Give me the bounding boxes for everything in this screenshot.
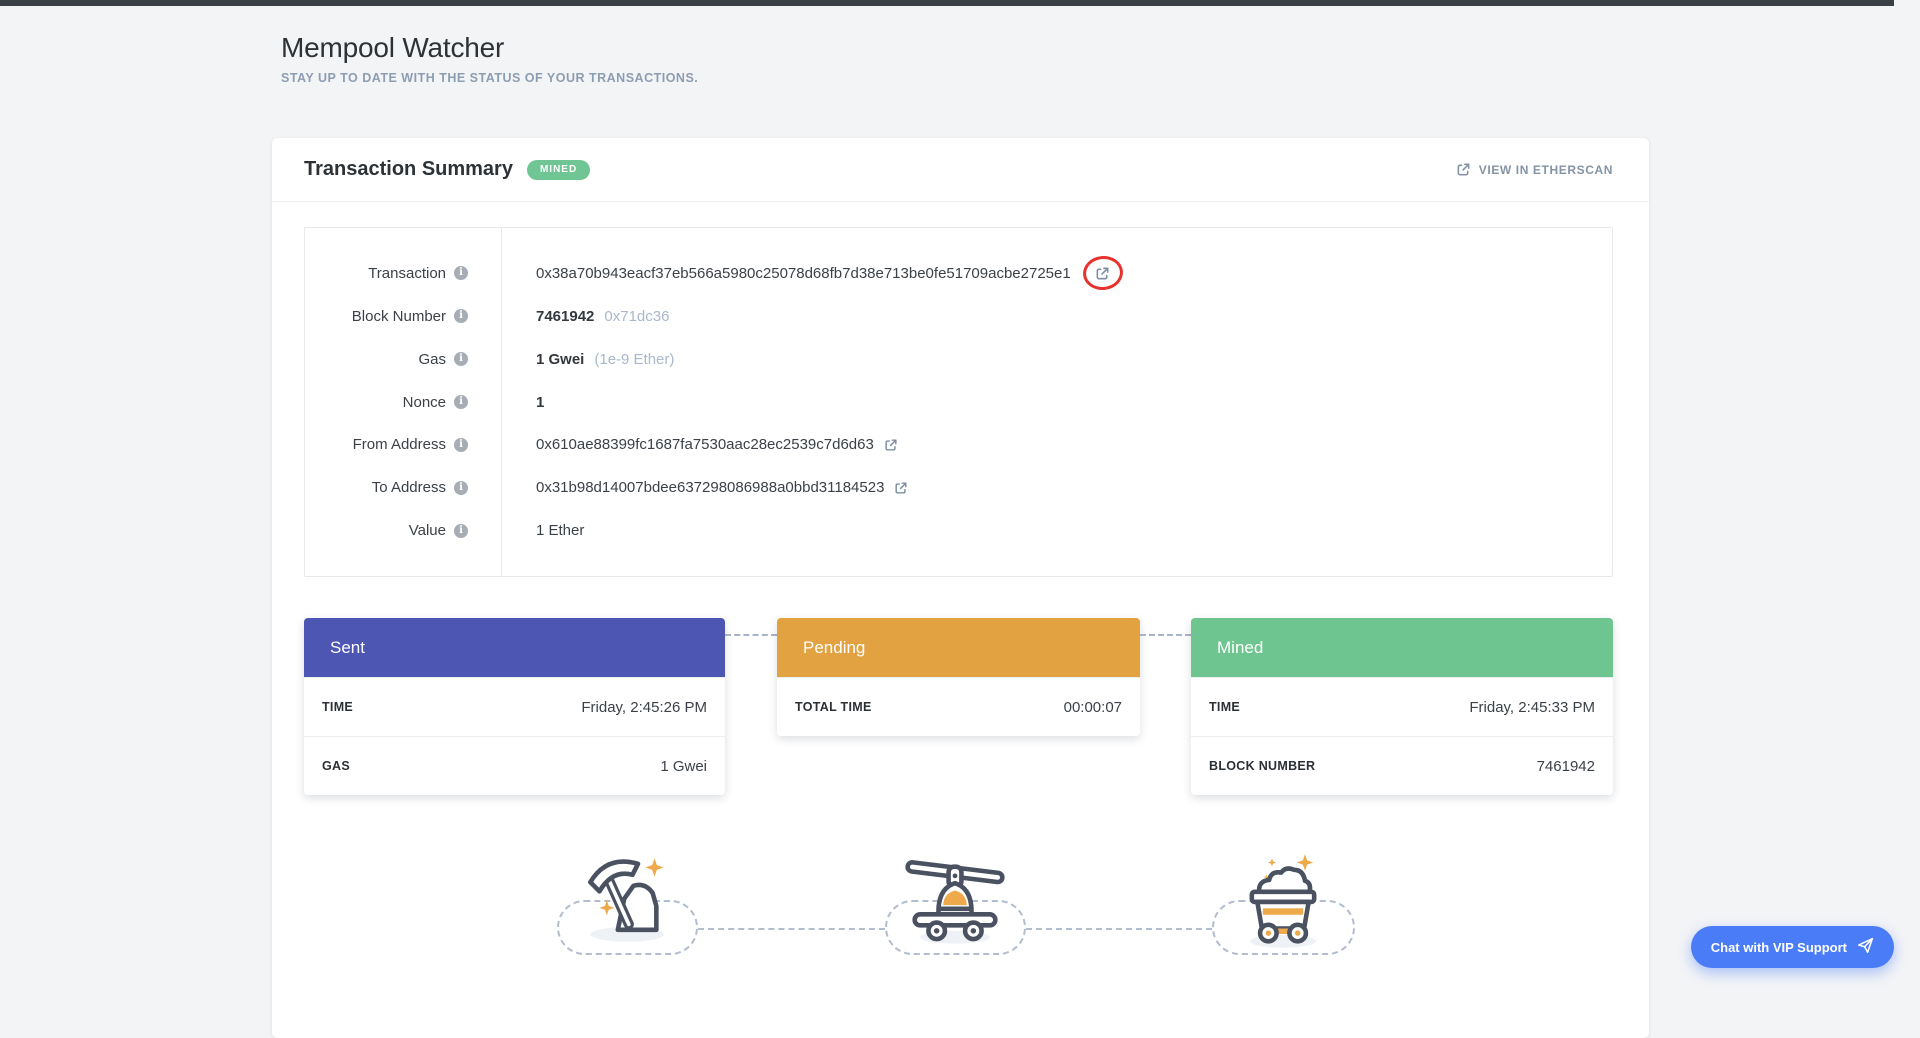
detail-label-text: From Address	[353, 436, 446, 453]
sent-gas-row: GAS 1 Gwei	[304, 736, 725, 795]
mined-block-number-row: BLOCK NUMBER 7461942	[1191, 736, 1613, 795]
red-circle-annotation	[1081, 254, 1124, 292]
detail-row-block-number: Block Number 7461942 0x71dc36	[305, 295, 1612, 338]
status-badge: MINED	[527, 160, 590, 180]
detail-row-to-address: To Address 0x31b98d14007bdee637298086988…	[305, 466, 1612, 509]
transaction-hash: 0x38a70b943eacf37eb566a5980c25078d68fb7d…	[536, 265, 1071, 282]
detail-row-from-address: From Address 0x610ae88399fc1687fa7530aac…	[305, 423, 1612, 466]
info-icon[interactable]	[454, 395, 468, 409]
from-address-external-link-icon[interactable]	[884, 438, 898, 452]
pickaxe-icon	[572, 840, 682, 950]
row-value: Friday, 2:45:26 PM	[581, 699, 707, 716]
row-value: 1 Gwei	[660, 758, 707, 775]
row-label: GAS	[322, 759, 350, 773]
summary-card-header: Transaction Summary MINED VIEW IN ETHERS…	[272, 138, 1649, 202]
chat-button-label: Chat with VIP Support	[1711, 940, 1847, 955]
status-card-pending: Pending TOTAL TIME 00:00:07	[777, 618, 1140, 736]
to-address-external-link-icon[interactable]	[894, 481, 908, 495]
summary-title: Transaction Summary	[304, 158, 513, 181]
detail-label-text: To Address	[372, 479, 446, 496]
detail-label-text: Transaction	[368, 265, 446, 282]
paper-plane-icon	[1857, 937, 1874, 957]
pending-card-header: Pending	[777, 618, 1140, 677]
sent-time-row: TIME Friday, 2:45:26 PM	[304, 677, 725, 736]
info-icon[interactable]	[454, 481, 468, 495]
ether-value: 1 Ether	[536, 522, 584, 539]
view-in-etherscan-link[interactable]: VIEW IN ETHERSCAN	[1456, 162, 1613, 177]
page-header: Mempool Watcher STAY UP TO DATE WITH THE…	[281, 32, 698, 85]
from-address-value: 0x610ae88399fc1687fa7530aac28ec2539c7d6d…	[536, 436, 874, 453]
status-card-mined: Mined TIME Friday, 2:45:33 PM BLOCK NUMB…	[1191, 618, 1613, 795]
gas-ether-equivalent: (1e-9 Ether)	[594, 351, 674, 368]
timeline-connector	[725, 634, 777, 636]
detail-label-text: Nonce	[403, 394, 446, 411]
page-subtitle: STAY UP TO DATE WITH THE STATUS OF YOUR …	[281, 71, 698, 85]
to-address-value: 0x31b98d14007bdee637298086988a0bbd311845…	[536, 479, 884, 496]
minecart-icon	[1228, 846, 1338, 956]
detail-label-text: Block Number	[352, 308, 446, 325]
row-value: 7461942	[1537, 758, 1595, 775]
page-title: Mempool Watcher	[281, 32, 698, 64]
transaction-details-panel: Transaction 0x38a70b943eacf37eb566a5980c…	[304, 227, 1613, 577]
block-number-hex: 0x71dc36	[604, 308, 669, 325]
info-icon[interactable]	[454, 438, 468, 452]
pending-total-time-row: TOTAL TIME 00:00:07	[777, 677, 1140, 736]
gas-value: 1 Gwei	[536, 351, 584, 368]
stage-connector	[1026, 928, 1212, 930]
row-label: TIME	[322, 700, 353, 714]
sent-card-header: Sent	[304, 618, 725, 677]
row-label: BLOCK NUMBER	[1209, 759, 1315, 773]
handcar-icon	[900, 841, 1010, 951]
info-icon[interactable]	[454, 352, 468, 366]
mined-card-header: Mined	[1191, 618, 1613, 677]
timeline-connector	[1140, 634, 1191, 636]
detail-label-text: Value	[409, 522, 446, 539]
status-card-sent: Sent TIME Friday, 2:45:26 PM GAS 1 Gwei	[304, 618, 725, 795]
chat-with-vip-support-button[interactable]: Chat with VIP Support	[1691, 926, 1894, 968]
row-value: 00:00:07	[1064, 699, 1122, 716]
info-icon[interactable]	[454, 266, 468, 280]
nonce-value: 1	[536, 394, 544, 411]
mined-time-row: TIME Friday, 2:45:33 PM	[1191, 677, 1613, 736]
top-loading-bar	[0, 0, 1894, 6]
info-icon[interactable]	[454, 524, 468, 538]
stage-connector	[698, 928, 885, 930]
detail-row-transaction: Transaction 0x38a70b943eacf37eb566a5980c…	[305, 252, 1612, 295]
row-label: TOTAL TIME	[795, 700, 872, 714]
detail-row-gas: Gas 1 Gwei (1e-9 Ether)	[305, 338, 1612, 381]
detail-row-nonce: Nonce 1	[305, 381, 1612, 424]
etherscan-link-label: VIEW IN ETHERSCAN	[1479, 163, 1613, 177]
row-value: Friday, 2:45:33 PM	[1469, 699, 1595, 716]
external-link-icon	[1456, 162, 1471, 177]
transaction-summary-card: Transaction Summary MINED VIEW IN ETHERS…	[272, 138, 1649, 1038]
detail-row-value: Value 1 Ether	[305, 509, 1612, 552]
row-label: TIME	[1209, 700, 1240, 714]
block-number-value: 7461942	[536, 308, 594, 325]
detail-label-text: Gas	[418, 351, 446, 368]
info-icon[interactable]	[454, 309, 468, 323]
